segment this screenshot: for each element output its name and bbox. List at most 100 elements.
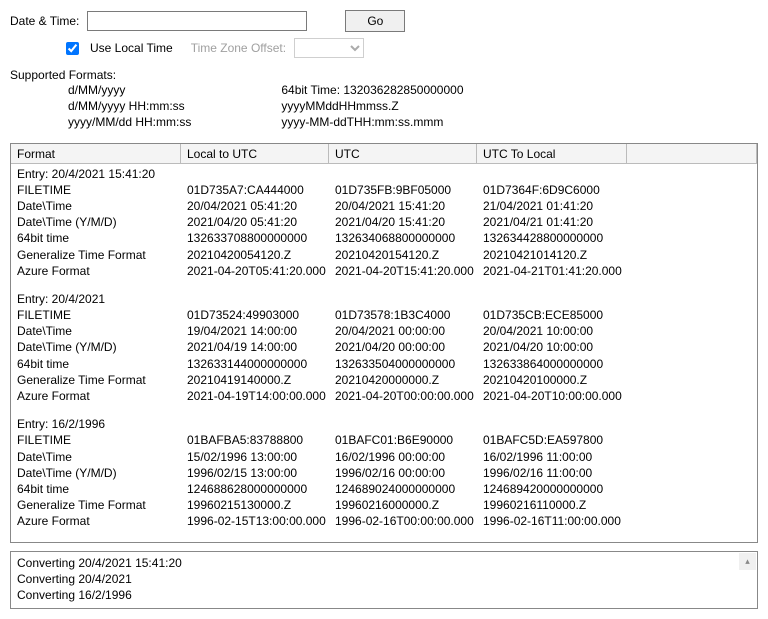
utc-to-local-value: 20210421014120.Z	[483, 247, 633, 263]
utc-value: 16/02/1996 00:00:00	[335, 449, 483, 465]
utc-to-local-value: 1996-02-16T11:00:00.000	[483, 513, 633, 529]
table-row: Azure Format1996-02-15T13:00:00.0001996-…	[17, 513, 751, 529]
utc-value: 1996-02-16T00:00:00.000	[335, 513, 483, 529]
formats-right-col: 64bit Time: 132036282850000000 yyyyMMddH…	[281, 82, 463, 131]
datetime-input[interactable]	[87, 11, 307, 31]
log-line: Converting 16/2/1996	[17, 587, 751, 603]
format-label: 64bit time	[17, 481, 187, 497]
utc-to-local-value: 2021/04/21 01:41:20	[483, 214, 633, 230]
format-label: Generalize Time Format	[17, 247, 187, 263]
supported-formats-heading: Supported Formats:	[10, 68, 758, 82]
column-header-format[interactable]: Format	[11, 144, 181, 164]
local-to-utc-value: 2021-04-19T14:00:00.000	[187, 388, 335, 404]
format-label: Date\Time	[17, 323, 187, 339]
utc-to-local-value: 2021-04-21T01:41:20.000	[483, 263, 633, 279]
use-local-time-label: Use Local Time	[90, 41, 173, 55]
utc-value: 01D73578:1B3C4000	[335, 307, 483, 323]
timezone-offset-select	[294, 38, 364, 58]
local-to-utc-value: 20210419140000.Z	[187, 372, 335, 388]
go-button[interactable]: Go	[345, 10, 405, 32]
log-line: Converting 20/4/2021	[17, 571, 751, 587]
local-to-utc-value: 20/04/2021 05:41:20	[187, 198, 335, 214]
utc-value: 20210420000000.Z	[335, 372, 483, 388]
use-local-time-checkbox[interactable]	[66, 42, 79, 55]
format-label: FILETIME	[17, 432, 187, 448]
table-row: Date\Time (Y/M/D)2021/04/20 05:41:202021…	[17, 214, 751, 230]
utc-value: 20/04/2021 15:41:20	[335, 198, 483, 214]
table-row: Date\Time19/04/2021 14:00:0020/04/2021 0…	[17, 323, 751, 339]
format-label: FILETIME	[17, 182, 187, 198]
format-example: yyyy-MM-ddTHH:mm:ss.mmm	[281, 114, 463, 130]
entry-title-text: Entry: 20/4/2021	[17, 291, 105, 307]
supported-formats-section: Supported Formats: d/MM/yyyy d/MM/yyyy H…	[10, 68, 758, 131]
local-to-utc-value: 2021-04-20T05:41:20.000	[187, 263, 335, 279]
table-row: 64bit time124688628000000000124689024000…	[17, 481, 751, 497]
table-row: Date\Time20/04/2021 05:41:2020/04/2021 1…	[17, 198, 751, 214]
local-to-utc-value: 01BAFBA5:83788800	[187, 432, 335, 448]
utc-value: 2021-04-20T00:00:00.000	[335, 388, 483, 404]
utc-value: 2021/04/20 15:41:20	[335, 214, 483, 230]
column-header-utc[interactable]: UTC	[329, 144, 477, 164]
local-to-utc-value: 01D735A7:CA444000	[187, 182, 335, 198]
local-to-utc-value: 2021/04/20 05:41:20	[187, 214, 335, 230]
utc-to-local-value: 19960216110000.Z	[483, 497, 633, 513]
utc-value: 132634068800000000	[335, 230, 483, 246]
utc-to-local-value: 132633864000000000	[483, 356, 633, 372]
local-to-utc-value: 132633144000000000	[187, 356, 335, 372]
utc-value: 1996/02/16 00:00:00	[335, 465, 483, 481]
table-row: Generalize Time Format20210419140000.Z20…	[17, 372, 751, 388]
utc-to-local-value: 2021/04/20 10:00:00	[483, 339, 633, 355]
table-row: Date\Time (Y/M/D)1996/02/15 13:00:001996…	[17, 465, 751, 481]
utc-to-local-value: 16/02/1996 11:00:00	[483, 449, 633, 465]
column-header-local-to-utc[interactable]: Local to UTC	[181, 144, 329, 164]
utc-to-local-value: 20/04/2021 10:00:00	[483, 323, 633, 339]
table-row: 64bit time132633144000000000132633504000…	[17, 356, 751, 372]
entry-spacer	[17, 279, 751, 291]
table-row: Generalize Time Format20210420054120.Z20…	[17, 247, 751, 263]
results-grid: Format Local to UTC UTC UTC To Local Ent…	[10, 143, 758, 543]
table-row: FILETIME01BAFBA5:8378880001BAFC01:B6E900…	[17, 432, 751, 448]
table-row: Date\Time15/02/1996 13:00:0016/02/1996 0…	[17, 449, 751, 465]
utc-value: 01BAFC01:B6E90000	[335, 432, 483, 448]
format-example: d/MM/yyyy	[68, 82, 191, 98]
local-to-utc-value: 19/04/2021 14:00:00	[187, 323, 335, 339]
format-example: 64bit Time: 132036282850000000	[281, 82, 463, 98]
datetime-label: Date & Time:	[10, 14, 79, 28]
table-row: Azure Format2021-04-20T05:41:20.0002021-…	[17, 263, 751, 279]
table-row: Generalize Time Format19960215130000.Z 19…	[17, 497, 751, 513]
utc-value: 2021/04/20 00:00:00	[335, 339, 483, 355]
format-label: Azure Format	[17, 263, 187, 279]
table-row: FILETIME01D735A7:CA44400001D735FB:9BF050…	[17, 182, 751, 198]
grid-header-row: Format Local to UTC UTC UTC To Local	[11, 144, 757, 164]
local-to-utc-value: 15/02/1996 13:00:00	[187, 449, 335, 465]
datetime-row: Date & Time: Go	[10, 10, 758, 32]
local-to-utc-value: 1996-02-15T13:00:00.000	[187, 513, 335, 529]
column-header-utc-to-local[interactable]: UTC To Local	[477, 144, 627, 164]
table-row: FILETIME01D73524:4990300001D73578:1B3C40…	[17, 307, 751, 323]
utc-to-local-value: 124689420000000000	[483, 481, 633, 497]
utc-to-local-value: 1996/02/16 11:00:00	[483, 465, 633, 481]
table-row: Azure Format2021-04-19T14:00:00.0002021-…	[17, 388, 751, 404]
entry-title-text: Entry: 20/4/2021 15:41:20	[17, 166, 155, 182]
utc-value: 20210420154120.Z	[335, 247, 483, 263]
local-to-utc-value: 2021/04/19 14:00:00	[187, 339, 335, 355]
format-example: yyyyMMddHHmmss.Z	[281, 98, 463, 114]
entry-spacer	[17, 404, 751, 416]
local-to-utc-value: 124688628000000000	[187, 481, 335, 497]
format-example: yyyy/MM/dd HH:mm:ss	[68, 114, 191, 130]
utc-to-local-value: 01BAFC5D:EA597800	[483, 432, 633, 448]
utc-value: 2021-04-20T15:41:20.000	[335, 263, 483, 279]
table-row: Date\Time (Y/M/D)2021/04/19 14:00:002021…	[17, 339, 751, 355]
format-label: Date\Time (Y/M/D)	[17, 465, 187, 481]
utc-to-local-value: 01D7364F:6D9C6000	[483, 182, 633, 198]
utc-value: 20/04/2021 00:00:00	[335, 323, 483, 339]
local-to-utc-value: 132633708800000000	[187, 230, 335, 246]
local-to-utc-value: 20210420054120.Z	[187, 247, 335, 263]
utc-to-local-value: 2021-04-20T10:00:00.000	[483, 388, 633, 404]
formats-left-col: d/MM/yyyy d/MM/yyyy HH:mm:ss yyyy/MM/dd …	[68, 82, 191, 131]
format-label: Generalize Time Format	[17, 497, 187, 513]
local-to-utc-value: 19960215130000.Z	[187, 497, 335, 513]
scroll-up-icon[interactable]: ▴	[739, 553, 756, 570]
column-header-spare[interactable]	[627, 144, 757, 164]
timezone-offset-label: Time Zone Offset:	[191, 41, 286, 55]
